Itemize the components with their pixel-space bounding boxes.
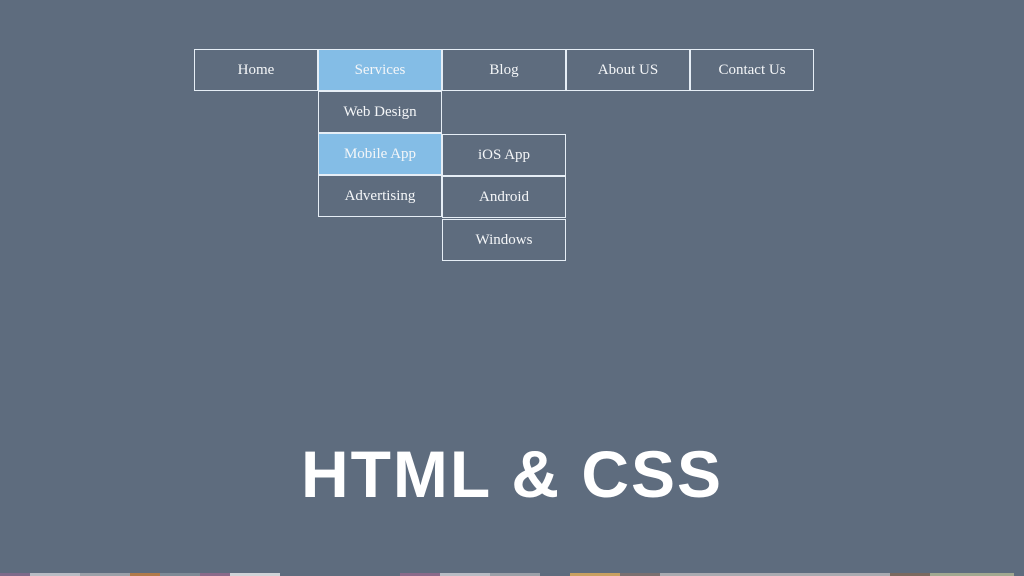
nav-item-contact-us[interactable]: Contact Us bbox=[690, 49, 814, 91]
dropdown-item-web-design[interactable]: Web Design bbox=[318, 91, 442, 133]
nav-item-home[interactable]: Home bbox=[194, 49, 318, 91]
nav-item-blog[interactable]: Blog bbox=[442, 49, 566, 91]
nav-item-about-us[interactable]: About US bbox=[566, 49, 690, 91]
submenu-item-windows[interactable]: Windows bbox=[442, 219, 566, 261]
submenu-item-android[interactable]: Android bbox=[442, 176, 566, 218]
banner-title: HTML & CSS bbox=[300, 437, 724, 511]
dropdown-item-advertising[interactable]: Advertising bbox=[318, 175, 442, 217]
submenu-item-ios-app[interactable]: iOS App bbox=[442, 134, 566, 176]
nav-item-services[interactable]: Services bbox=[318, 49, 442, 91]
dropdown-item-mobile-app[interactable]: Mobile App bbox=[318, 133, 442, 175]
